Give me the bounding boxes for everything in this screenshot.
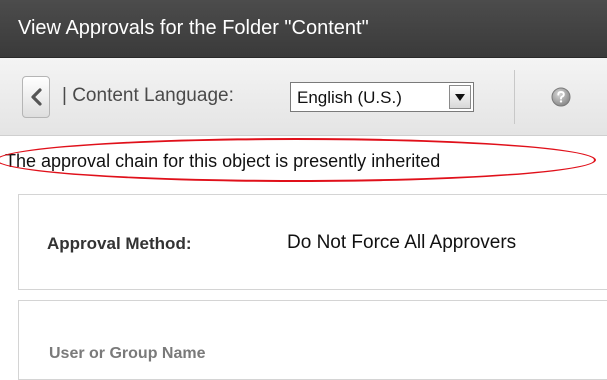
approval-method-label: Approval Method: <box>47 234 192 253</box>
help-button[interactable] <box>551 87 571 107</box>
content-language-label: | Content Language: <box>62 85 234 106</box>
toolbar-divider <box>514 70 515 124</box>
window-title: View Approvals for the Folder "Content" <box>18 17 369 39</box>
toolbar: | Content Language: English (U.S.) <box>0 58 607 136</box>
content-language-value: English (U.S.) <box>297 88 402 107</box>
title-bar: View Approvals for the Folder "Content" <box>0 0 607 58</box>
chevron-left-icon <box>31 88 42 106</box>
user-or-group-name-header[interactable]: User or Group Name <box>49 345 205 363</box>
inheritance-notice: The approval chain for this object is pr… <box>0 136 607 184</box>
red-highlight-ellipse <box>0 138 596 182</box>
back-button[interactable] <box>22 76 50 118</box>
caret-down-icon <box>455 94 465 101</box>
dropdown-arrow-button[interactable] <box>449 85 471 109</box>
approval-method-value: Do Not Force All Approvers <box>287 232 517 253</box>
help-icon <box>551 87 571 107</box>
approvers-table: User or Group Name <box>18 300 607 380</box>
content-language-select[interactable]: English (U.S.) <box>290 82 474 112</box>
approval-method-panel: Approval Method: Do Not Force All Approv… <box>18 194 607 290</box>
